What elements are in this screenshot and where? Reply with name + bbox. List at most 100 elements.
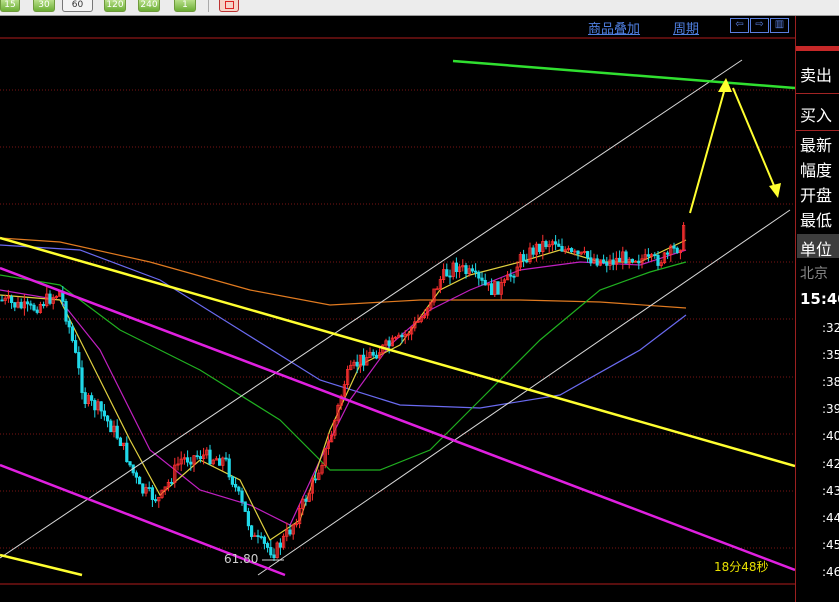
arrow-up-icon <box>718 78 732 92</box>
candle-body <box>605 262 609 266</box>
candle-body <box>464 265 468 274</box>
low-label: 最低 <box>800 211 833 230</box>
candle-body <box>666 252 670 255</box>
period-120-button[interactable]: 120 <box>104 0 126 12</box>
tick-time: :45 <box>822 538 839 552</box>
candle-body <box>602 259 606 264</box>
candle-body <box>560 246 564 252</box>
candle-body <box>19 301 23 309</box>
candle-body <box>554 241 558 245</box>
candle-body <box>147 487 151 489</box>
candle-body <box>208 449 212 465</box>
tick-time: :32 <box>822 321 839 335</box>
candle-body <box>189 461 193 465</box>
candle-body <box>538 243 542 252</box>
candle-body <box>355 361 359 367</box>
period-15-button[interactable]: 15 <box>0 0 20 12</box>
candle-body <box>25 301 30 305</box>
candle-body <box>470 268 475 272</box>
candle-body <box>522 254 526 262</box>
candle-body <box>115 425 119 439</box>
layout-toggle-icon[interactable]: ▥ <box>770 18 789 33</box>
candle-body <box>150 487 154 500</box>
ma-green-line <box>0 261 687 471</box>
period-link[interactable]: 周期 <box>673 18 699 37</box>
candle-body <box>473 270 478 273</box>
range-label: 幅度 <box>800 161 833 180</box>
candle-body <box>118 437 122 447</box>
candle-body <box>13 302 17 308</box>
candle-body <box>32 304 36 311</box>
candle-body <box>269 547 273 556</box>
open-label: 开盘 <box>800 186 833 205</box>
candle-body <box>448 275 452 278</box>
candle-body <box>611 259 615 265</box>
scroll-left-icon[interactable]: ⇦ <box>730 18 749 33</box>
candle-body <box>9 296 14 304</box>
candle-body <box>198 456 202 459</box>
candlestick-series <box>0 222 686 561</box>
candle-body <box>656 254 660 266</box>
chart-nav-icons: ⇦ ⇨ ▥ <box>730 18 790 33</box>
city-label: 北京 <box>800 266 828 282</box>
scroll-right-icon[interactable]: ⇨ <box>750 18 769 33</box>
buy-label: 买入 <box>800 106 833 125</box>
candle-body <box>35 309 39 313</box>
candle-body <box>653 254 657 257</box>
candle-body <box>259 536 263 538</box>
candle-body <box>67 320 71 328</box>
ma-blue-line <box>0 244 687 409</box>
candle-body <box>557 243 561 247</box>
candle-body <box>224 457 228 460</box>
candle-body <box>42 304 46 307</box>
candle-body <box>137 476 142 485</box>
candle-body <box>128 461 132 466</box>
candle-body <box>246 511 250 527</box>
candle-body <box>512 275 516 278</box>
candle-body <box>435 288 439 291</box>
unit-label: 单位 <box>800 240 833 259</box>
candle-body <box>525 260 529 263</box>
period-1-button[interactable]: 1 <box>174 0 196 12</box>
candle-body <box>675 247 679 254</box>
arrow-up-line <box>689 87 726 214</box>
yellow-trendline <box>0 236 795 468</box>
tick-time: :44 <box>822 511 839 525</box>
tick-time: :42 <box>822 457 839 471</box>
candle-body <box>374 354 379 359</box>
candle-body <box>618 257 622 262</box>
candle-body <box>74 340 78 353</box>
tick-time: :35 <box>822 348 839 362</box>
candle-body <box>64 301 68 322</box>
candle-body <box>637 260 641 264</box>
tick-time: :39 <box>822 402 839 416</box>
candle-body <box>272 554 276 559</box>
candle-body <box>99 401 103 412</box>
tick-time: :40 <box>822 429 839 443</box>
candle-body <box>125 442 129 463</box>
candle-body <box>496 281 500 295</box>
candle-body <box>477 271 481 279</box>
tick-time: :43 <box>822 484 839 498</box>
sell-label: 卖出 <box>800 66 833 85</box>
candle-body <box>313 478 318 481</box>
candle-body <box>278 542 283 548</box>
period-30-button[interactable]: 30 <box>33 0 55 12</box>
chart-grid <box>0 37 795 585</box>
candle-body <box>630 258 635 263</box>
candle-body <box>576 250 580 255</box>
period-240-button[interactable]: 240 <box>138 0 160 12</box>
period-60-button[interactable]: 60 <box>62 0 93 12</box>
candle-body <box>544 241 548 248</box>
candle-body <box>227 458 231 478</box>
candlestick-chart[interactable] <box>0 16 795 602</box>
candle-body <box>77 352 81 369</box>
panel-accent-bar <box>796 46 839 51</box>
commodity-overlay-link[interactable]: 商品叠加 <box>588 18 640 37</box>
panel-divider <box>796 93 839 94</box>
candle-body <box>589 257 593 264</box>
candle-body <box>48 293 52 304</box>
candle-body <box>256 535 260 537</box>
candle-body <box>93 400 97 411</box>
draw-tool-icon[interactable] <box>219 0 239 12</box>
